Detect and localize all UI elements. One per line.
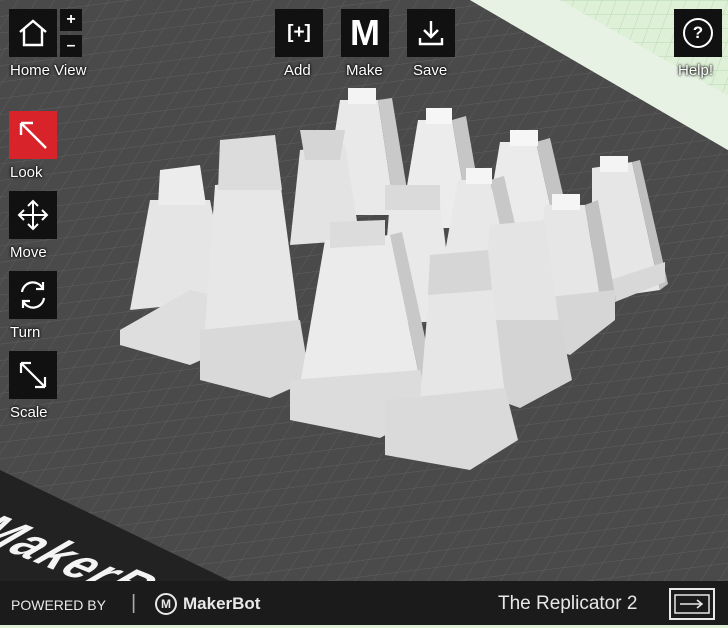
makerbot-m-icon: M bbox=[350, 12, 380, 53]
add-button[interactable]: [+] bbox=[275, 9, 323, 57]
move-tool-button[interactable] bbox=[9, 191, 57, 239]
move-tool-label: Move bbox=[10, 244, 47, 261]
scale-tool-label: Scale bbox=[10, 404, 48, 421]
viewport-3d[interactable] bbox=[0, 0, 728, 625]
zoom-in-button[interactable]: + bbox=[60, 9, 82, 31]
turn-tool-button[interactable] bbox=[9, 271, 57, 319]
footer-bar: POWERED BY | M MakerBot The Replicator 2 bbox=[0, 581, 728, 625]
zoom-out-button[interactable]: – bbox=[60, 35, 82, 57]
home-view-button[interactable] bbox=[9, 9, 57, 57]
rotate-icon bbox=[20, 281, 46, 309]
footer-separator: | bbox=[131, 592, 137, 614]
help-icon: ? bbox=[683, 18, 713, 48]
home-view-label: Home View bbox=[10, 62, 87, 79]
make-button[interactable]: M bbox=[341, 9, 389, 57]
save-button[interactable] bbox=[407, 9, 455, 57]
add-icon: [+] bbox=[287, 22, 311, 43]
printer-icon bbox=[674, 594, 710, 614]
help-label: Help! bbox=[678, 62, 714, 79]
makerbot-logo-icon: M bbox=[155, 593, 177, 615]
powered-by-label: POWERED BY bbox=[11, 597, 106, 613]
scale-arrow-icon bbox=[19, 361, 47, 389]
makerbot-brand: MakerBot bbox=[183, 594, 261, 613]
save-label: Save bbox=[413, 62, 448, 79]
turn-tool-label: Turn bbox=[10, 324, 41, 341]
help-button[interactable]: ? bbox=[674, 9, 722, 57]
add-label: Add bbox=[284, 62, 311, 79]
home-icon bbox=[19, 19, 47, 47]
printer-select-button[interactable] bbox=[669, 588, 715, 620]
scale-tool-button[interactable] bbox=[9, 351, 57, 399]
look-tool-button[interactable] bbox=[9, 111, 57, 159]
look-tool-label: Look bbox=[10, 164, 43, 181]
printer-name: The Replicator 2 bbox=[498, 593, 638, 614]
look-arrow-icon bbox=[19, 121, 47, 149]
download-icon bbox=[418, 21, 444, 46]
make-label: Make bbox=[346, 62, 383, 79]
move-arrows-icon bbox=[17, 199, 49, 231]
